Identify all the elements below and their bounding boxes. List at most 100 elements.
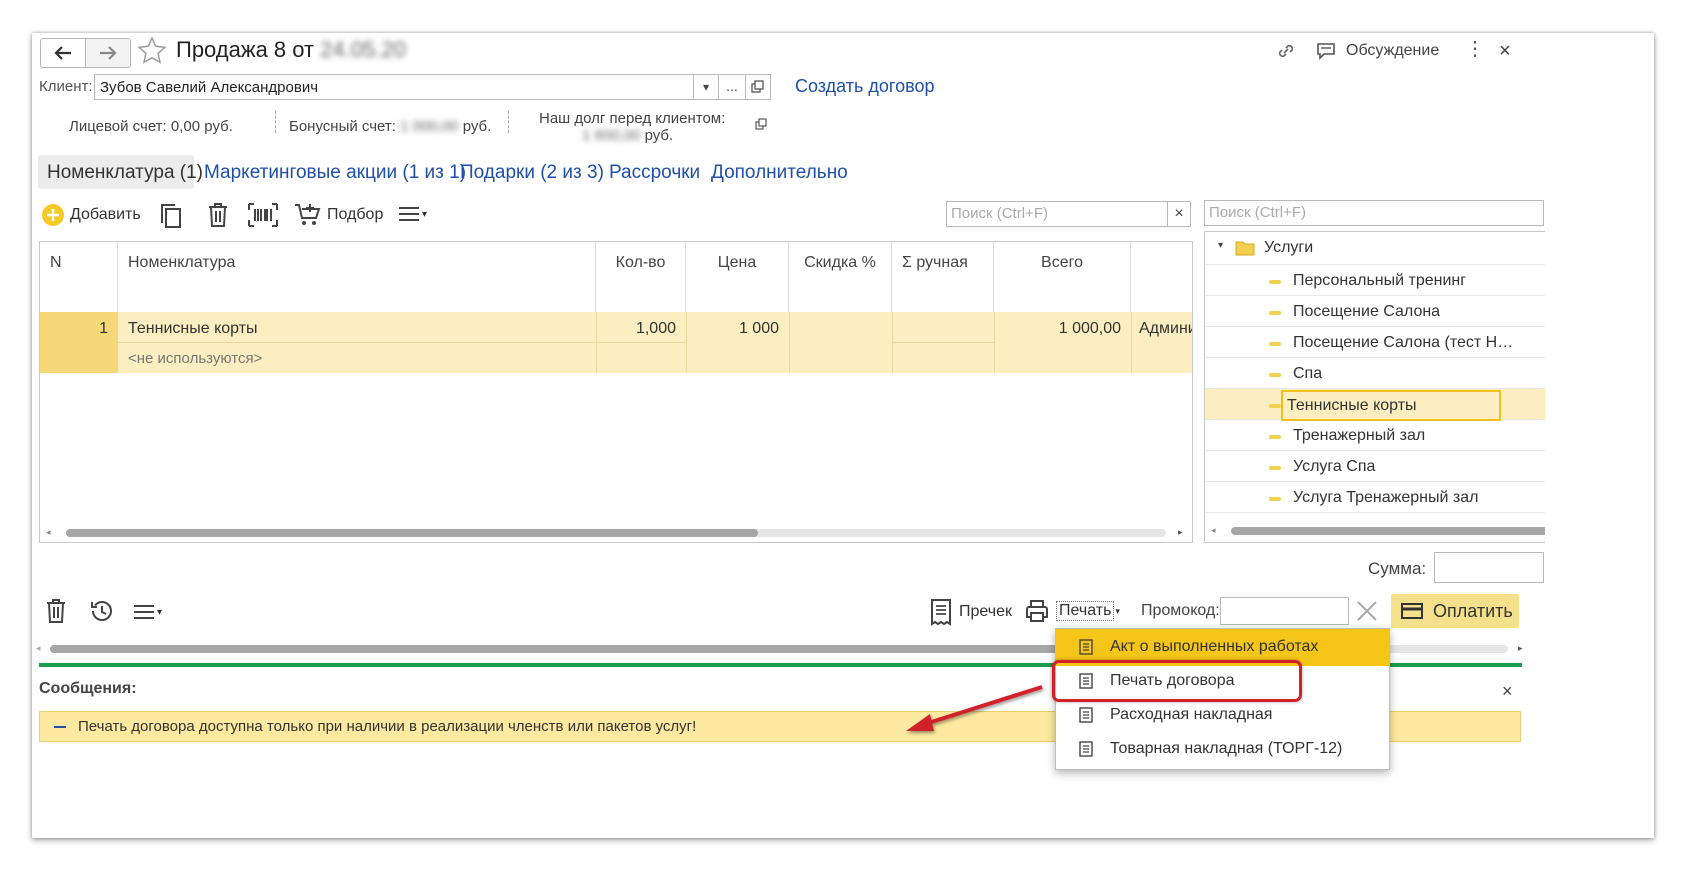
tree-item-label: Посещение Салона (тест Н… — [1293, 334, 1514, 351]
scroll-left-arrow[interactable]: ◂ — [36, 643, 41, 654]
qty-cell: 1,000 — [596, 312, 687, 343]
add-button[interactable]: Добавить — [40, 200, 141, 230]
delete-icon[interactable] — [206, 202, 230, 228]
precheck-button[interactable]: Пречек — [929, 598, 1012, 626]
tree-item[interactable]: Услуга Тренажерный зал — [1205, 482, 1545, 513]
scrollbar-thumb[interactable] — [1231, 527, 1545, 535]
sum-field[interactable] — [1434, 552, 1544, 583]
column-header-qty[interactable]: Кол-во — [596, 242, 686, 312]
printer-icon — [1026, 600, 1048, 622]
column-header-n[interactable]: N — [40, 242, 118, 312]
delete-icon[interactable] — [45, 598, 67, 624]
column-header-item[interactable]: Номенклатура — [118, 242, 596, 312]
tree-item[interactable]: Спа — [1205, 358, 1545, 389]
tab-gifts[interactable]: Подарки (2 из 3) — [460, 162, 604, 184]
tree-item[interactable]: Персональный тренинг — [1205, 265, 1545, 296]
search-clear-button[interactable]: × — [1167, 201, 1191, 227]
extra-cell: Админи — [1131, 312, 1192, 373]
scroll-right-arrow[interactable]: ▸ — [1178, 527, 1183, 538]
document-icon — [1079, 639, 1093, 655]
open-form-icon[interactable] — [752, 115, 772, 135]
debt-currency: руб. — [644, 127, 674, 144]
close-icon[interactable]: × — [1499, 40, 1511, 63]
items-table: N Номенклатура Кол-во Цена Скидка % Σ ру… — [39, 241, 1193, 543]
client-select-button[interactable]: ... — [718, 74, 746, 100]
menu-item-label: Товарная накладная (ТОРГ-12) — [1110, 740, 1343, 757]
history-icon[interactable] — [89, 598, 115, 624]
tree-item-label: Тренажерный зал — [1293, 427, 1426, 444]
chevron-down-icon: ▾ — [157, 606, 163, 618]
print-button[interactable]: Печать ▾ — [1024, 598, 1120, 624]
forward-button[interactable] — [86, 38, 131, 68]
link-icon[interactable] — [1275, 40, 1297, 62]
item-marker-icon — [1269, 466, 1281, 470]
debt-value: 1 600,00 — [582, 127, 641, 144]
promo-input[interactable] — [1220, 597, 1349, 625]
create-contract-link[interactable]: Создать договор — [795, 76, 934, 97]
search-placeholder: Поиск (Ctrl+F) — [951, 205, 1048, 222]
scroll-left-arrow[interactable]: ◂ — [1211, 525, 1216, 536]
pick-button[interactable]: Подбор — [294, 200, 383, 230]
tab-marketing[interactable]: Маркетинговые акции (1 из 1) — [204, 162, 466, 184]
table-row[interactable]: 1 Теннисные корты <не используются> 1,00… — [40, 312, 1192, 373]
table-search-input[interactable]: Поиск (Ctrl+F) — [946, 201, 1168, 227]
client-open-button[interactable] — [745, 74, 771, 100]
sum-label: Сумма: — [1368, 559, 1427, 578]
bottom-more-menu[interactable]: ▾ — [133, 603, 162, 621]
tree-item[interactable]: Посещение Салона (тест Н… — [1205, 327, 1545, 358]
scroll-left-arrow[interactable]: ◂ — [46, 527, 51, 538]
barcode-icon[interactable] — [247, 202, 279, 228]
column-header-price[interactable]: Цена — [686, 242, 789, 312]
item-sub-cell: <не используются> — [118, 343, 597, 373]
tree-folder-row[interactable]: ▾ Услуги — [1205, 232, 1545, 265]
tree-item[interactable]: Посещение Салона — [1205, 296, 1545, 327]
tab-installments[interactable]: Рассрочки — [609, 162, 700, 184]
clear-icon[interactable] — [1355, 599, 1379, 623]
scroll-right-arrow[interactable]: ▸ — [1518, 643, 1523, 654]
page-title: Продажа 8 от 24.05.20 — [176, 37, 406, 63]
scrollbar-thumb[interactable] — [66, 529, 758, 537]
item-name: Теннисные корты — [128, 320, 258, 337]
print-label: Печать — [1056, 601, 1115, 621]
bonus-account-value: 1 000,00 — [400, 118, 459, 135]
column-header-discount[interactable]: Скидка % — [789, 242, 892, 312]
scrollbar-thumb[interactable] — [50, 645, 1060, 653]
title-date: 24.05.20 — [320, 37, 406, 62]
discussion-label[interactable]: Обсуждение — [1346, 42, 1439, 60]
more-menu-icon[interactable]: ⋮ — [1465, 39, 1485, 59]
table-hscrollbar[interactable] — [66, 529, 1166, 537]
tree-hscrollbar[interactable] — [1231, 527, 1545, 535]
expand-icon[interactable]: ▾ — [1218, 240, 1223, 251]
column-header-total[interactable]: Всего — [994, 242, 1131, 312]
tab-nomenclature[interactable]: Номенклатура (1) — [38, 155, 203, 189]
annotation-highlight — [1052, 660, 1302, 702]
pay-button[interactable]: Оплатить — [1391, 594, 1519, 628]
menu-item-expense-invoice[interactable]: Расходная накладная — [1056, 697, 1389, 734]
tree-item[interactable]: Услуга Спа — [1205, 451, 1545, 482]
promo-label: Промокод: — [1141, 602, 1220, 619]
receipt-icon — [931, 599, 951, 626]
debt-label: Наш долг перед клиентом: — [539, 110, 726, 127]
column-header-extra[interactable]: М — [1131, 242, 1192, 312]
empty-cell — [596, 343, 687, 373]
back-button[interactable] — [40, 38, 86, 68]
table-more-menu[interactable]: ▾ — [398, 205, 427, 223]
menu-item-torg12[interactable]: Товарная накладная (ТОРГ-12) — [1056, 731, 1389, 768]
client-field[interactable]: Зубов Савелий Александрович — [94, 74, 694, 100]
client-dropdown-button[interactable]: ▾ — [693, 74, 719, 100]
tab-additional[interactable]: Дополнительно — [711, 162, 848, 184]
tree-item-label: Услуга Спа — [1293, 458, 1376, 475]
item-cell: Теннисные корты — [118, 312, 597, 343]
cart-icon — [295, 204, 321, 225]
tree-item[interactable]: Тренажерный зал — [1205, 420, 1545, 451]
tree-search-input[interactable]: Поиск (Ctrl+F) — [1204, 200, 1544, 226]
client-label: Клиент: — [39, 78, 93, 95]
column-header-manual[interactable]: Σ ручная — [892, 242, 994, 312]
item-marker-icon — [1269, 280, 1281, 284]
discussion-icon[interactable] — [1315, 40, 1337, 62]
tree-item[interactable]: Теннисные корты — [1205, 389, 1545, 421]
document-window: Продажа 8 от 24.05.20 Обсуждение ⋮ × Кли… — [32, 33, 1654, 838]
favorite-star-icon[interactable] — [137, 36, 167, 66]
messages-close-icon[interactable]: × — [1502, 681, 1513, 702]
copy-icon[interactable] — [158, 202, 184, 230]
